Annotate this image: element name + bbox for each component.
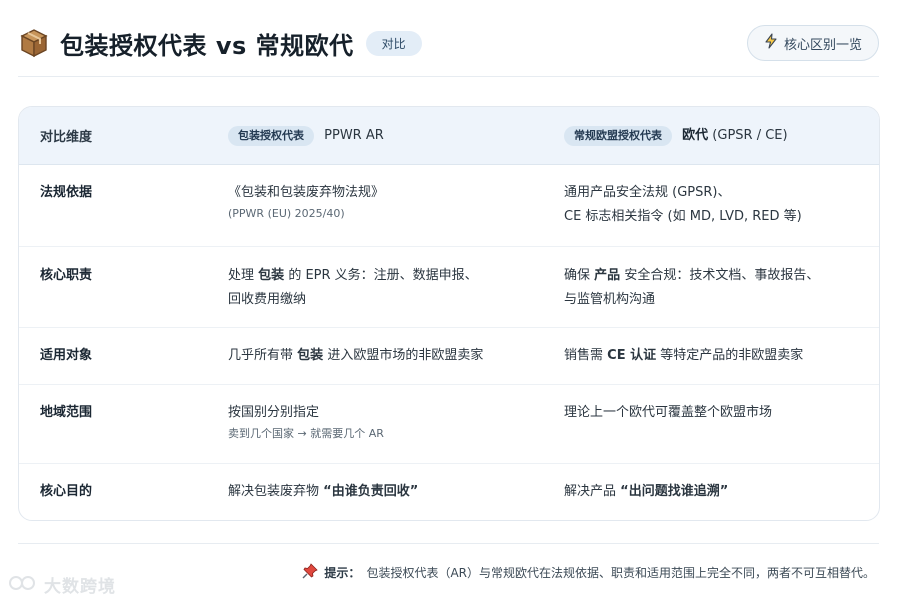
eu-rep-cell: 通用产品安全法规 (GPSR)、 CE 标志相关指令 (如 MD, LVD, R… xyxy=(564,181,879,229)
ppwr-ar-cell: 《包装和包装废弃物法规》 (PPWR (EU) 2025/40) xyxy=(228,181,564,223)
key-differences-button[interactable]: 核心区别一览 xyxy=(746,25,879,61)
eu-rep-header: 常规欧盟授权代表 欧代 (GPSR / CE) xyxy=(564,124,879,148)
cell-text: 几乎所有带 xyxy=(228,348,294,363)
cell-emphasis: CE 认证 xyxy=(607,348,657,363)
cell-emphasis: 包装 xyxy=(297,348,324,363)
cell-line-1: 确保 产品 安全合规：技术文档、事故报告、 xyxy=(564,264,879,288)
cell-sub-text: 卖到几个国家 → 就需要几个 AR xyxy=(228,427,384,440)
tip-label: 提示： xyxy=(324,566,361,580)
cell-text: 进入欧盟市场的非欧盟卖家 xyxy=(327,348,484,363)
page-title: 包装授权代表 vs 常规欧代 xyxy=(60,31,354,60)
row-label: 法规依据 xyxy=(40,185,93,200)
cell-text: 解决产品 xyxy=(564,484,617,499)
ppwr-ar-pill: 包装授权代表 xyxy=(228,125,314,146)
cell-line-1: 通用产品安全法规 (GPSR)、 xyxy=(564,185,731,200)
table-row: 核心目的 解决包装废弃物 “由谁负责回收” 解决产品 “出问题找谁追溯” xyxy=(19,464,879,520)
cell-main-text: 按国别分别指定 xyxy=(228,405,320,420)
eu-rep-cell: 销售需 CE 认证 等特定产品的非欧盟卖家 xyxy=(564,344,879,368)
footer-divider xyxy=(18,543,879,544)
page-header: 包装授权代表 vs 常规欧代 对比 核心区别一览 xyxy=(18,18,879,68)
table-row: 地域范围 按国别分别指定 卖到几个国家 → 就需要几个 AR 理论上一个欧代可覆… xyxy=(19,385,879,464)
row-label: 适用对象 xyxy=(40,348,93,363)
table-row: 法规依据 《包装和包装废弃物法规》 (PPWR (EU) 2025/40) 通用… xyxy=(19,165,879,247)
cell-emphasis: 包装 xyxy=(258,268,285,283)
cell-text: 处理 xyxy=(228,268,255,283)
row-label: 核心职责 xyxy=(40,268,93,283)
tip-note: 提示： 包装授权代表（AR）与常规欧代在法规依据、职责和适用范围上完全不同，两者… xyxy=(302,563,875,582)
cell-text: 的 EPR 义务：注册、数据申报、 xyxy=(288,268,478,283)
table-row: 适用对象 几乎所有带 包装 进入欧盟市场的非欧盟卖家 销售需 CE 认证 等特定… xyxy=(19,328,879,385)
table-header-row: 对比维度 包装授权代表 PPWR AR 常规欧盟授权代表 欧代 (GPSR / … xyxy=(19,107,879,165)
watermark-logo-icon xyxy=(8,573,38,597)
dimension-header: 对比维度 xyxy=(40,130,93,145)
eu-rep-header-detail: (GPSR / CE) xyxy=(712,127,788,143)
ppwr-ar-cell: 解决包装废弃物 “由谁负责回收” xyxy=(228,480,564,504)
cell-sub-text: (PPWR (EU) 2025/40) xyxy=(228,207,345,220)
ppwr-ar-header: 包装授权代表 PPWR AR xyxy=(228,124,564,148)
cell-text: 确保 xyxy=(564,268,591,283)
tip-text: 包装授权代表（AR）与常规欧代在法规依据、职责和适用范围上完全不同，两者不可互相… xyxy=(366,566,875,580)
cell-emphasis: “由谁负责回收” xyxy=(323,484,419,499)
lightning-icon xyxy=(764,33,778,53)
ppwr-ar-cell: 处理 包装 的 EPR 义务：注册、数据申报、 回收费用缴纳 xyxy=(228,264,564,312)
cell-emphasis: “出问题找谁追溯” xyxy=(620,484,729,499)
eu-rep-header-text: 欧代 (GPSR / CE) xyxy=(682,128,787,143)
cell-text: 安全合规：技术文档、事故报告、 xyxy=(624,268,820,283)
eu-rep-cell: 确保 产品 安全合规：技术文档、事故报告、 与监管机构沟通 xyxy=(564,264,879,312)
cell-text: 解决包装废弃物 xyxy=(228,484,320,499)
row-label: 地域范围 xyxy=(40,405,93,420)
cell-line-1: 处理 包装 的 EPR 义务：注册、数据申报、 xyxy=(228,264,564,288)
ppwr-ar-cell: 几乎所有带 包装 进入欧盟市场的非欧盟卖家 xyxy=(228,344,564,368)
pushpin-icon xyxy=(302,563,319,582)
row-label: 核心目的 xyxy=(40,484,93,499)
eu-rep-cell: 解决产品 “出问题找谁追溯” xyxy=(564,480,879,504)
watermark: 大数跨境 xyxy=(8,572,116,597)
compare-badge: 对比 xyxy=(365,30,422,56)
cell-text: 销售需 xyxy=(564,348,604,363)
eu-rep-cell: 理论上一个欧代可覆盖整个欧盟市场 xyxy=(564,405,773,420)
watermark-text: 大数跨境 xyxy=(44,577,116,597)
eu-rep-pill: 常规欧盟授权代表 xyxy=(564,125,672,146)
ppwr-ar-cell: 按国别分别指定 卖到几个国家 → 就需要几个 AR xyxy=(228,401,564,443)
cell-emphasis: 产品 xyxy=(594,268,621,283)
ppwr-ar-header-text: PPWR AR xyxy=(324,127,384,143)
cell-line-2: 与监管机构沟通 xyxy=(564,292,656,307)
cell-main-text: 《包装和包装废弃物法规》 xyxy=(228,185,385,200)
header-divider xyxy=(18,76,879,77)
comparison-table: 对比维度 包装授权代表 PPWR AR 常规欧盟授权代表 欧代 (GPSR / … xyxy=(18,106,880,521)
package-icon xyxy=(18,27,50,59)
eu-rep-header-bold: 欧代 xyxy=(682,127,709,143)
cell-line-2: 回收费用缴纳 xyxy=(228,292,307,307)
key-differences-label: 核心区别一览 xyxy=(783,37,862,53)
table-row: 核心职责 处理 包装 的 EPR 义务：注册、数据申报、 回收费用缴纳 确保 产… xyxy=(19,247,879,328)
cell-text: 等特定产品的非欧盟卖家 xyxy=(660,348,804,363)
cell-line-2: CE 标志相关指令 (如 MD, LVD, RED 等) xyxy=(564,209,802,224)
